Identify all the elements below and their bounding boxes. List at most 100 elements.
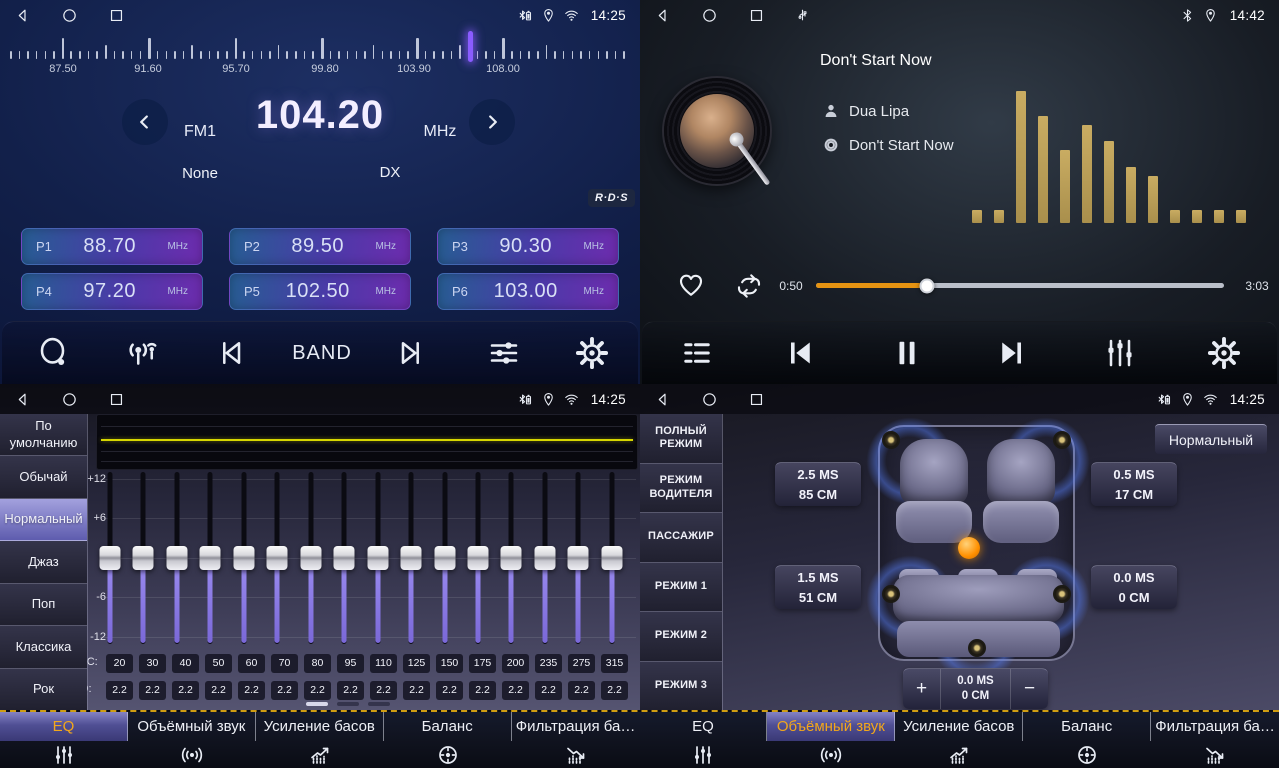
preset-button-p5[interactable]: P5102.50MHz (229, 273, 411, 310)
pause-button[interactable] (889, 335, 925, 371)
home-icon[interactable] (61, 391, 78, 408)
eq-band-slider[interactable] (165, 472, 189, 644)
recents-icon[interactable] (748, 7, 765, 24)
eq-band-slider[interactable] (198, 472, 222, 644)
rear-right-delay[interactable]: 0.0 MS 0 CM (1091, 565, 1177, 609)
rear-left-delay[interactable]: 1.5 MS 51 CM (775, 565, 861, 609)
listening-mode-item[interactable]: ПОЛНЫЙ РЕЖИМ (640, 414, 722, 464)
back-icon[interactable] (14, 7, 31, 24)
slider-handle[interactable] (200, 546, 221, 570)
prev-filled-button[interactable] (782, 335, 818, 371)
gear-button[interactable] (574, 335, 610, 371)
eq-band-slider[interactable] (366, 472, 390, 644)
back-icon[interactable] (654, 7, 671, 24)
listening-mode-item[interactable]: РЕЖИМ 1 (640, 563, 722, 613)
eq-band-slider[interactable] (499, 472, 523, 644)
front-left-delay[interactable]: 2.5 MS 85 CM (775, 462, 861, 506)
center-rear-speaker[interactable] (968, 639, 986, 657)
eq-preset-item[interactable]: Обычай (0, 456, 87, 498)
slider-handle[interactable] (401, 546, 422, 570)
eq-preset-item[interactable]: Джаз (0, 541, 87, 583)
slider-handle[interactable] (300, 546, 321, 570)
tab-balance[interactable]: Баланс (1023, 712, 1151, 768)
preset-button-p6[interactable]: P6103.00MHz (437, 273, 619, 310)
antenna-button[interactable] (124, 335, 160, 371)
eq-band-slider[interactable] (232, 472, 256, 644)
listening-mode-item[interactable]: РЕЖИМ 3 (640, 662, 722, 711)
rear-left-speaker[interactable] (882, 585, 900, 603)
slider-handle[interactable] (133, 546, 154, 570)
tab-lowpass-filter[interactable]: Фильтрация ба… (1151, 712, 1279, 768)
next-track-button[interactable] (394, 335, 430, 371)
listening-mode-item[interactable]: РЕЖИМ 2 (640, 612, 722, 662)
preset-button-p3[interactable]: P390.30MHz (437, 228, 619, 265)
repeat-button[interactable] (734, 271, 764, 301)
seek-slider[interactable] (816, 283, 1224, 288)
slider-handle[interactable] (367, 546, 388, 570)
eq-band-slider[interactable] (98, 472, 122, 644)
tab-eq-faders[interactable]: EQ (0, 712, 128, 768)
preset-button-p1[interactable]: P188.70MHz (21, 228, 203, 265)
recents-icon[interactable] (108, 391, 125, 408)
eq-preset-item[interactable]: Классика (0, 626, 87, 668)
recents-icon[interactable] (748, 391, 765, 408)
back-icon[interactable] (14, 391, 31, 408)
tab-surround[interactable]: Объёмный звук (767, 712, 895, 768)
band-button[interactable]: BAND (292, 342, 352, 365)
frequency-scale[interactable] (0, 34, 640, 61)
slider-handle[interactable] (601, 546, 622, 570)
slider-handle[interactable] (267, 546, 288, 570)
eq-band-slider[interactable] (533, 472, 557, 644)
delay-decrease-button[interactable]: − (1011, 669, 1048, 709)
eq-band-slider[interactable] (299, 472, 323, 644)
preset-button-p4[interactable]: P497.20MHz (21, 273, 203, 310)
slider-handle[interactable] (434, 546, 455, 570)
slider-handle[interactable] (501, 546, 522, 570)
slider-handle[interactable] (568, 546, 589, 570)
rear-right-speaker[interactable] (1053, 585, 1071, 603)
page-dot[interactable] (337, 702, 359, 706)
eq-preset-item[interactable]: Рок (0, 669, 87, 710)
seek-down-button[interactable] (119, 96, 171, 148)
front-right-delay[interactable]: 0.5 MS 17 CM (1091, 462, 1177, 506)
tab-bass-boost[interactable]: Усиление басов (256, 712, 384, 768)
eq-band-slider[interactable] (131, 472, 155, 644)
sliders-horizontal-button[interactable] (486, 335, 522, 371)
page-dot[interactable] (306, 702, 328, 706)
tab-bass-boost[interactable]: Усиление басов (895, 712, 1023, 768)
seek-up-button[interactable] (466, 96, 518, 148)
eq-band-slider[interactable] (433, 472, 457, 644)
listening-mode-item[interactable]: ПАССАЖИР (640, 513, 722, 563)
listening-mode-item[interactable]: РЕЖИМ ВОДИТЕЛЯ (640, 464, 722, 514)
home-icon[interactable] (61, 7, 78, 24)
slider-handle[interactable] (166, 546, 187, 570)
listening-position-ball[interactable] (958, 537, 980, 559)
favorite-button[interactable] (676, 270, 706, 300)
mixer-faders-button[interactable] (1102, 335, 1138, 371)
gear-button[interactable] (1206, 335, 1242, 371)
eq-band-slider[interactable] (566, 472, 590, 644)
eq-preset-item[interactable]: Нормальный (0, 499, 87, 541)
slider-handle[interactable] (100, 546, 121, 570)
eq-band-slider[interactable] (332, 472, 356, 644)
seek-thumb[interactable] (920, 278, 935, 293)
eq-band-slider[interactable] (399, 472, 423, 644)
delay-increase-button[interactable]: + (903, 669, 940, 709)
tab-eq-faders[interactable]: EQ (640, 712, 768, 768)
eq-preset-item[interactable]: По умолчанию (0, 414, 87, 456)
eq-preset-item[interactable]: Поп (0, 584, 87, 626)
slider-handle[interactable] (534, 546, 555, 570)
tab-surround[interactable]: Объёмный звук (128, 712, 256, 768)
home-icon[interactable] (701, 391, 718, 408)
eq-band-slider[interactable] (600, 472, 624, 644)
next-filled-button[interactable] (994, 335, 1030, 371)
page-dot[interactable] (368, 702, 390, 706)
surround-preset-button[interactable]: Нормальный (1155, 424, 1267, 454)
slider-handle[interactable] (467, 546, 488, 570)
tab-lowpass-filter[interactable]: Фильтрация ба… (512, 712, 640, 768)
playlist-button[interactable] (679, 335, 715, 371)
slider-handle[interactable] (233, 546, 254, 570)
home-icon[interactable] (701, 7, 718, 24)
prev-track-button[interactable] (212, 335, 248, 371)
eq-band-slider[interactable] (466, 472, 490, 644)
